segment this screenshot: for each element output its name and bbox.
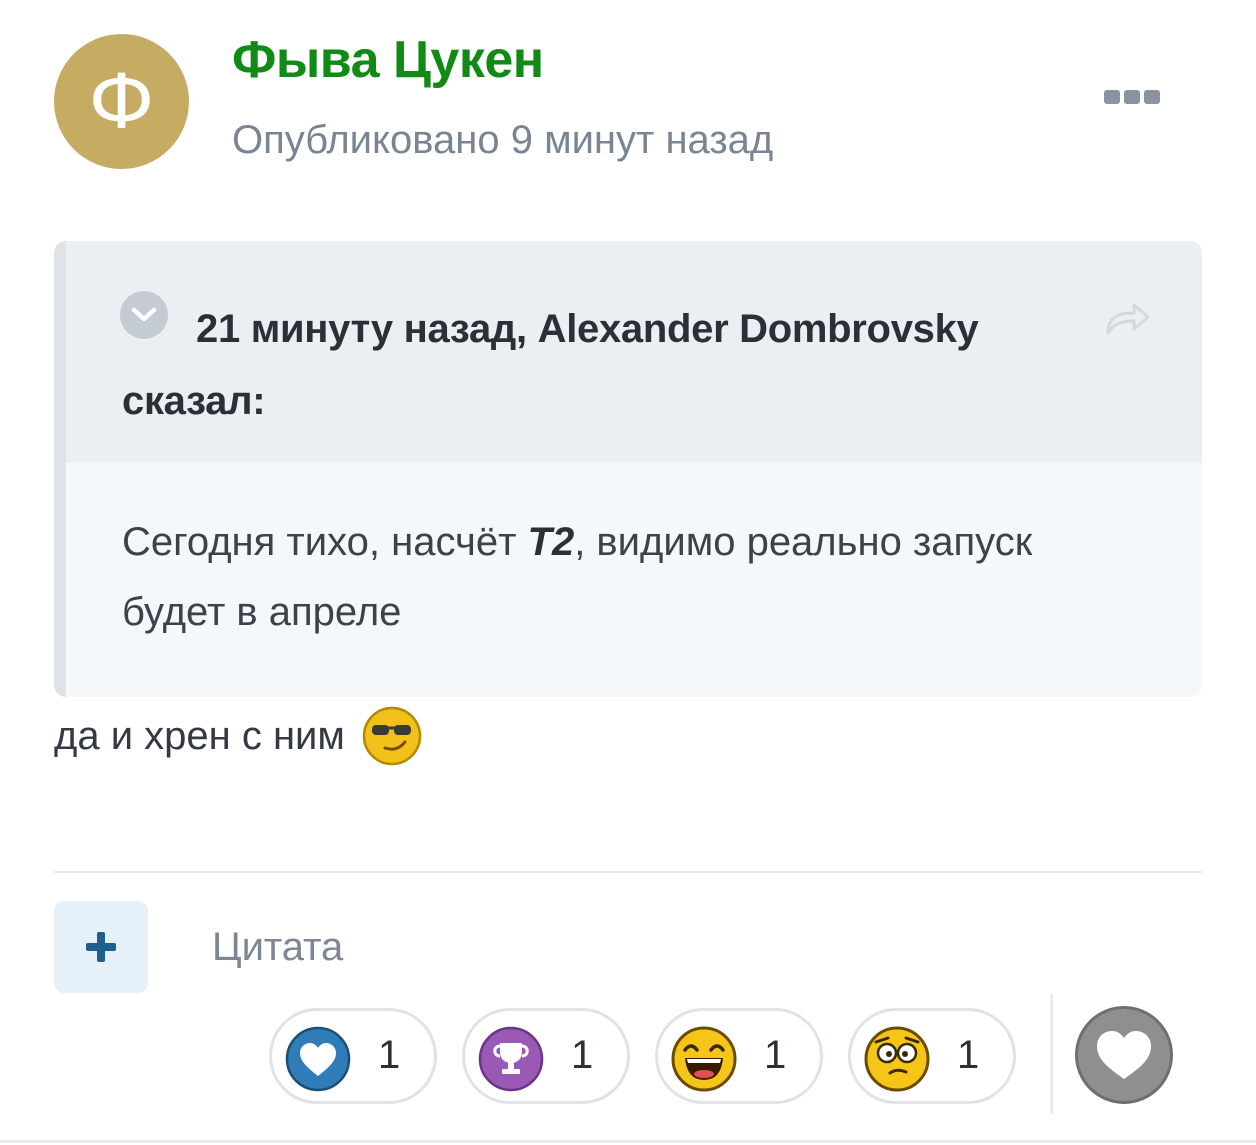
author-name[interactable]: Фыва Цукен: [232, 30, 544, 90]
reaction-like[interactable]: 1: [269, 1008, 437, 1104]
share-arrow-icon[interactable]: [1102, 299, 1154, 339]
ellipsis-icon: [1104, 90, 1120, 104]
cool-sunglasses-emoji-icon: [362, 706, 422, 766]
avatar-letter: Ф: [88, 56, 155, 146]
trophy-icon: [478, 1026, 544, 1092]
quote-block: 21 минуту назад, Alexander Dombrovsky ск…: [54, 241, 1202, 697]
plus-icon: [86, 932, 116, 962]
ellipsis-dot: [1124, 90, 1140, 104]
post-text: да и хрен с ним: [54, 713, 345, 758]
reaction-count: 1: [378, 1033, 401, 1077]
reaction-count: 1: [571, 1033, 594, 1077]
multiquote-add-button[interactable]: [54, 901, 148, 993]
post-body: да и хрен с ним: [54, 706, 423, 766]
heart-icon: [285, 1026, 351, 1092]
reaction-count: 1: [957, 1033, 980, 1077]
reaction-count: 1: [764, 1033, 787, 1077]
heart-icon: [1097, 1031, 1151, 1079]
quote-button[interactable]: Цитата: [212, 925, 343, 970]
reaction-thanks[interactable]: 1: [462, 1008, 630, 1104]
post-bottom-border: [0, 1140, 1256, 1143]
add-reaction-button[interactable]: [1075, 1006, 1173, 1104]
avatar[interactable]: Ф: [54, 34, 189, 169]
reaction-confused[interactable]: 1: [848, 1008, 1016, 1104]
more-options-button[interactable]: [1104, 86, 1166, 108]
laughing-emoji-icon: [671, 1026, 737, 1092]
quote-citation[interactable]: 21 минуту назад, Alexander Dombrovsky ск…: [122, 293, 1112, 437]
quote-text-part: Сегодня тихо, насчёт: [122, 520, 528, 564]
quote-text-emphasis: Т2: [527, 520, 575, 564]
reaction-haha[interactable]: 1: [655, 1008, 823, 1104]
ellipsis-dot: [1144, 90, 1160, 104]
confused-emoji-icon: [864, 1026, 930, 1092]
published-time[interactable]: Опубликовано 9 минут назад: [232, 118, 773, 163]
divider: [54, 871, 1202, 873]
quote-text: Сегодня тихо, насчёт Т2, видимо реально …: [122, 507, 1112, 647]
reactions-separator: [1050, 994, 1053, 1114]
